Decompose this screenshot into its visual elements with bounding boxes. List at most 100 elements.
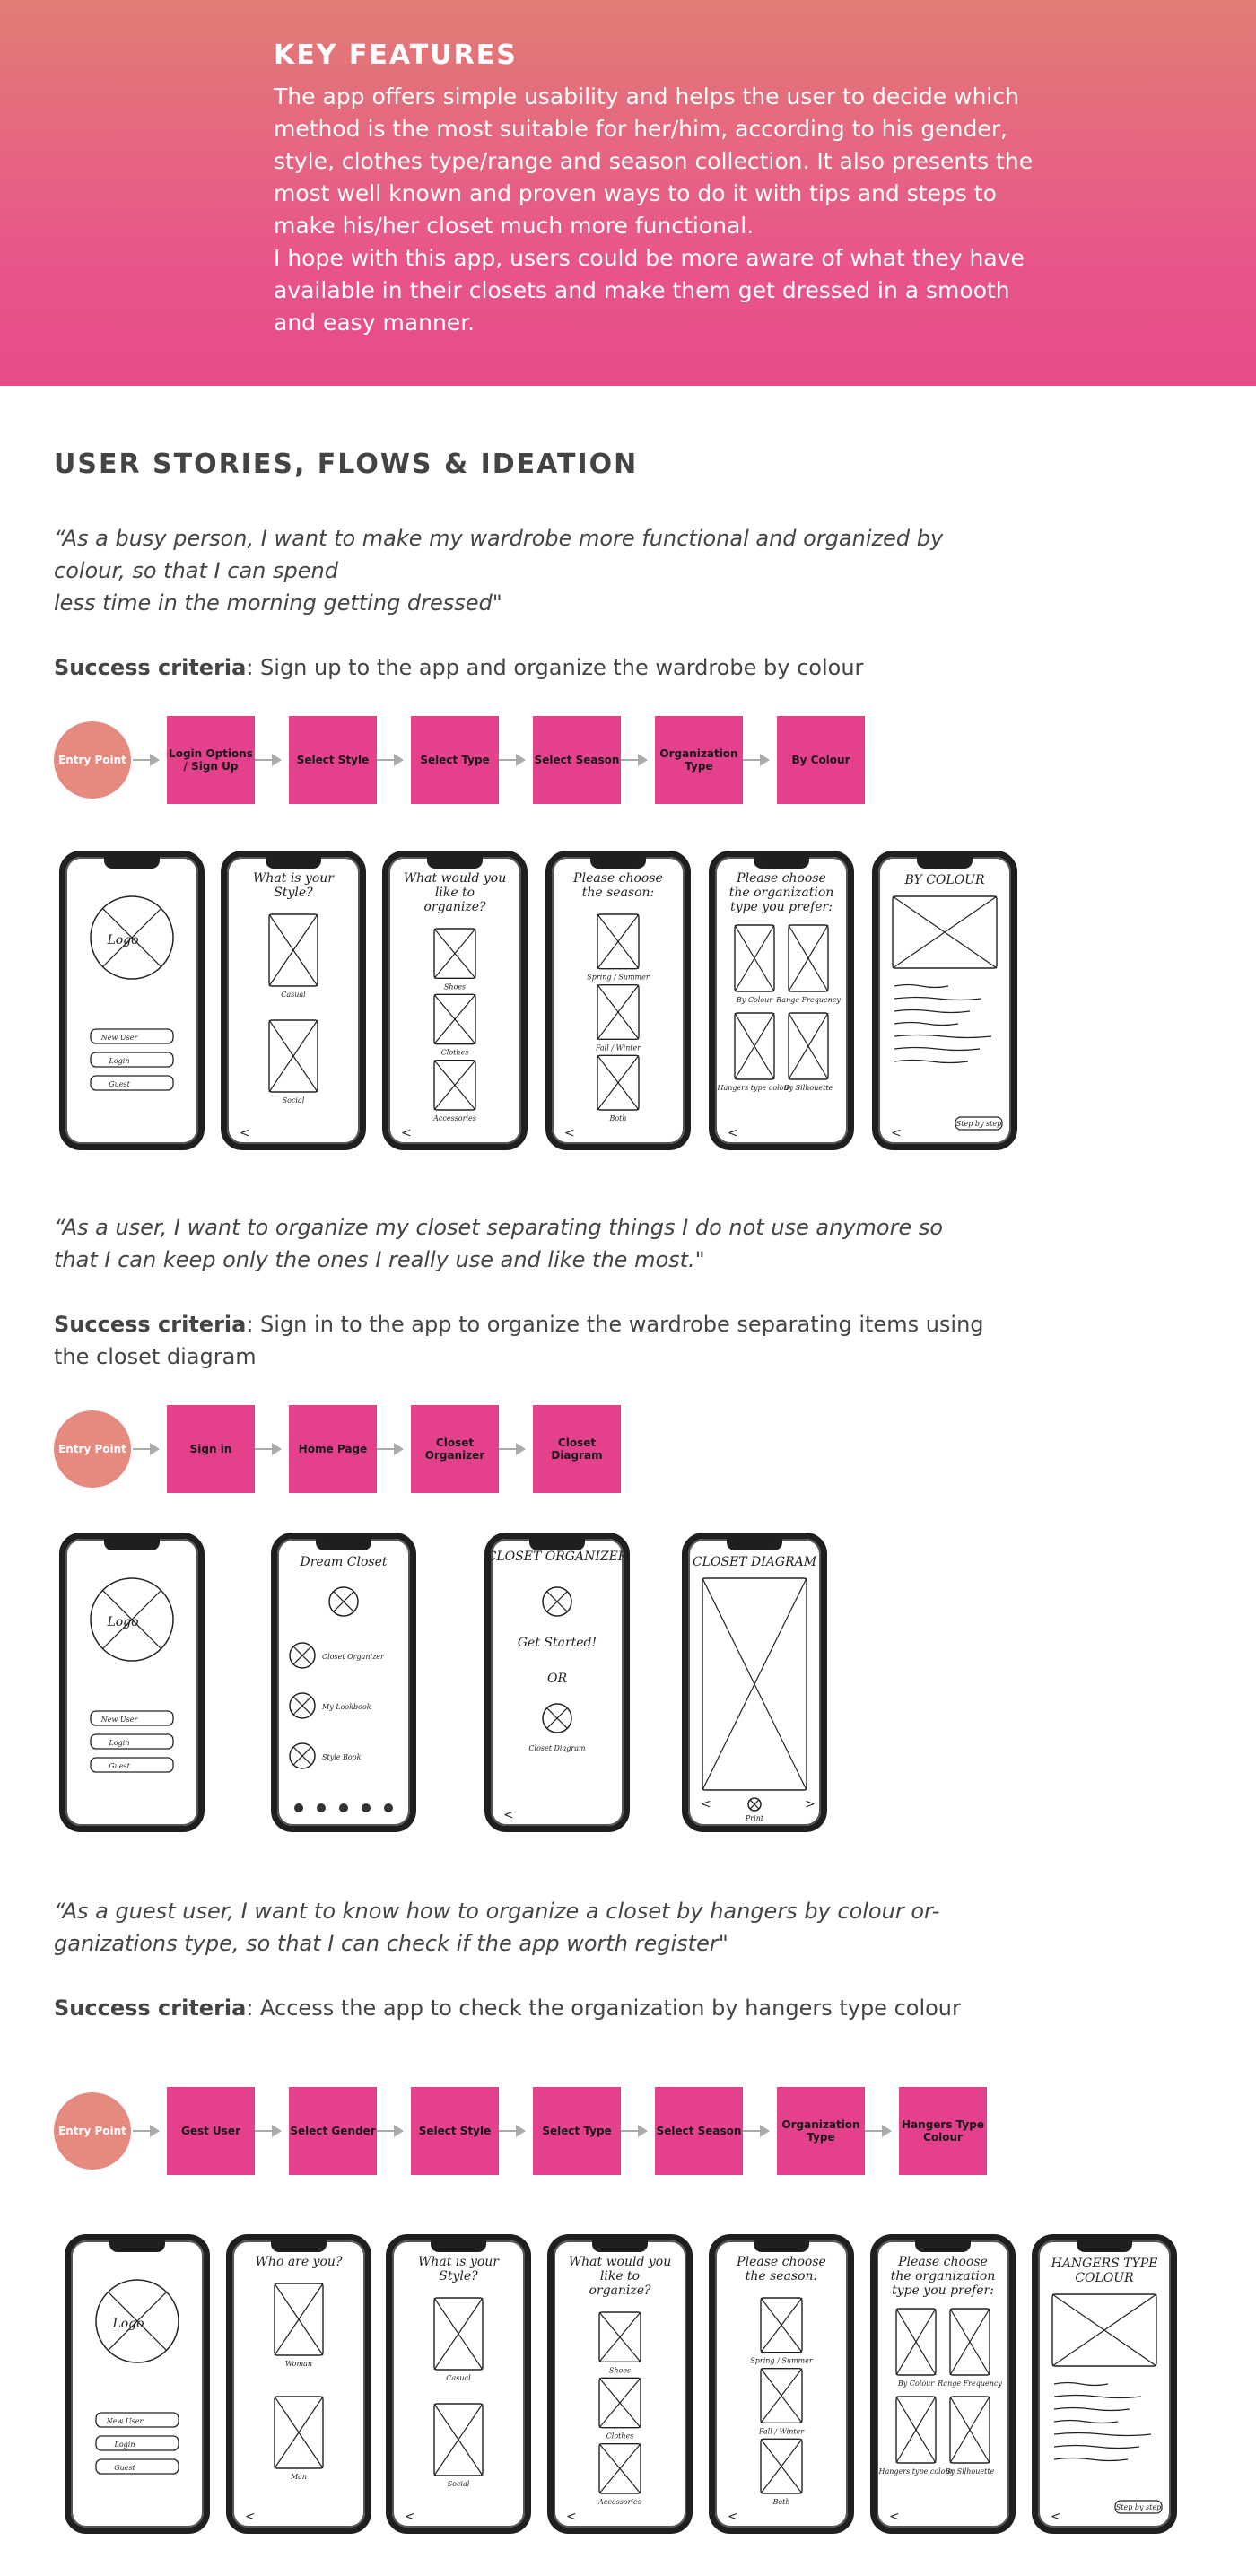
key-features-text: The app offers simple usability and help… (274, 81, 1045, 339)
key-features-paragraph-1: The app offers simple usability and help… (274, 83, 1034, 239)
wireframe-label: Both (608, 1114, 626, 1122)
image-placeholder-icon (597, 1054, 640, 1111)
text-line-placeholder (894, 1059, 969, 1064)
wireframe-title: Style? (439, 2269, 478, 2283)
phone-notch (1077, 2240, 1132, 2252)
wireframe-phone-1: Logo New User Login Guest (59, 851, 205, 1150)
image-placeholder-icon (597, 983, 640, 1041)
wireframe-label: By Silhouette (783, 1084, 833, 1092)
story-1-quote-line: colour, so that I can spend (54, 558, 338, 583)
wireframe-label: Accessories (432, 1114, 476, 1122)
wireframe-sketch: HANGERS TYPECOLOUR Step by step < (1051, 2257, 1163, 2524)
phone-notch (592, 2240, 648, 2252)
back-chevron-icon: < (701, 1797, 711, 1812)
circle-placeholder-icon (542, 1586, 572, 1617)
wireframe-label: Range Frequency (937, 2380, 1002, 2388)
story-2-criteria: Success criteria: Sign in to the app to … (54, 1308, 1005, 1373)
wireframe-title: What is your (253, 871, 335, 886)
phone-notch (915, 2240, 971, 2252)
image-placeholder-icon (274, 2396, 324, 2469)
wireframe-label: By Colour (736, 996, 773, 1004)
wireframe-sketch: Logo New User Login Guest (90, 895, 174, 1091)
image-placeholder-icon (895, 2396, 937, 2464)
print-label: Print (745, 1814, 764, 1822)
flow-arrow (621, 754, 648, 766)
wireframe-title: like to (435, 886, 475, 900)
wireframe-label: OR (547, 1672, 567, 1686)
wireframe-sketch: Please choosethe season: Spring / Summer F… (728, 2255, 826, 2524)
story-2-quote-line: “As a user, I want to organize my closet… (54, 1215, 944, 1240)
wireframe-button-login (95, 2435, 179, 2451)
phone-notch (271, 2240, 327, 2252)
image-placeholder-icon (734, 1012, 775, 1080)
wireframe-phone-7: HANGERS TYPE COLOUR Step by step < (1032, 2234, 1177, 2534)
wireframe-label: By Silhouette (945, 2467, 995, 2476)
text-line-placeholder (894, 1009, 971, 1014)
wireframe-label: Hangers type colour (716, 1084, 792, 1092)
image-placeholder-icon (734, 924, 775, 992)
wireframe-label: Accessories (597, 2498, 641, 2506)
text-line-placeholder (1053, 2419, 1119, 2424)
wireframe-label: Social (283, 1096, 305, 1105)
wireframe-title: What is your (418, 2255, 500, 2269)
wireframe-sketch: LOGIN PAGELogoNew UserLoginGuest (90, 1543, 174, 1773)
flow-arrow (743, 2125, 770, 2137)
story-1-criteria: Success criteria: Sign up to the app and… (54, 651, 1005, 684)
logo-placeholder: Logo (111, 2317, 144, 2331)
wireframe-label: Fall / Winter (595, 1043, 641, 1052)
flow-step-organization-type: Organization Type (777, 2087, 865, 2175)
wireframe-button-label: New User (100, 1716, 139, 1724)
wireframe-label: Range Frequency (775, 996, 841, 1004)
wireframe-title: the organization (729, 886, 834, 900)
wireframe-label: Closet Diagram (528, 1744, 586, 1752)
criteria-label: Success criteria (54, 655, 247, 680)
wireframe-sketch: CLOSET ORGANIZER Get Started! OR Closet Dia… (491, 1550, 624, 1822)
nav-dot-icon (317, 1803, 326, 1812)
nav-dot-icon (384, 1803, 393, 1812)
story-3-quote-line: ganizations type, so that I can check if… (54, 1931, 728, 1956)
image-placeholder-icon (433, 928, 476, 980)
wireframe-label: Style Book (322, 1753, 362, 1761)
phone-notch (917, 857, 973, 869)
story-1-wireframes: Logo New User Login Guest What is your Style?… (0, 851, 1256, 1156)
phone-notch (109, 2240, 165, 2252)
forward-chevron-icon: > (805, 1797, 816, 1812)
flow-arrow (255, 1443, 282, 1455)
image-placeholder-icon (788, 924, 829, 992)
image-placeholder-icon (949, 2396, 990, 2464)
flow-step-sign-in: Sign in (167, 1405, 255, 1493)
wireframe-title: type you prefer: (730, 900, 833, 914)
back-chevron-icon: < (891, 1126, 902, 1140)
flow-step-select-season: Select Season (533, 716, 621, 804)
wireframe-title: organize? (423, 900, 486, 914)
back-chevron-icon: < (503, 1808, 514, 1822)
wireframe-button-label: Login (114, 2441, 135, 2449)
flow-arrow (133, 1443, 160, 1455)
wireframe-phone-5: Please choose the organization type you pr… (709, 851, 854, 1150)
image-placeholder-icon (895, 2308, 937, 2376)
wireframe-phone-1: Logo New User Login Guest (65, 2234, 210, 2534)
wireframe-phone-5: Please choose the season: Spring / Summer F… (709, 2234, 854, 2534)
flow-arrow (621, 2125, 648, 2137)
key-features-title: KEY FEATURES (274, 39, 518, 71)
text-line-placeholder (894, 996, 982, 1001)
image-placeholder-icon (760, 2297, 803, 2353)
back-chevron-icon: < (401, 1126, 412, 1140)
story-3-criteria: Success criteria: Access the app to chec… (54, 1992, 1005, 2024)
image-placeholder-icon (268, 913, 318, 987)
image-placeholder-icon (433, 2403, 484, 2476)
image-placeholder-icon (949, 2308, 990, 2376)
wireframe-sketch: Please choosethe season: Spring / Summer F… (564, 871, 663, 1140)
image-placeholder-icon (433, 1059, 476, 1111)
text-line-placeholder (1053, 2432, 1152, 2437)
key-features-banner: KEY FEATURES The app offers simple usabi… (0, 0, 1256, 386)
flow-arrow (377, 1443, 404, 1455)
wireframe-button-guest (95, 2458, 179, 2475)
wireframe-title: like to (600, 2269, 640, 2283)
flow-arrow (255, 2125, 282, 2137)
flow-step-select-type: Select Type (411, 716, 499, 804)
back-chevron-icon: < (240, 1126, 250, 1140)
circle-placeholder-icon (328, 1586, 359, 1617)
flow-step-login-options-sign-up: Login Options / Sign Up (167, 716, 255, 804)
wireframe-sketch: What would youlike toorganize? Shoes Cloth… (401, 871, 506, 1140)
